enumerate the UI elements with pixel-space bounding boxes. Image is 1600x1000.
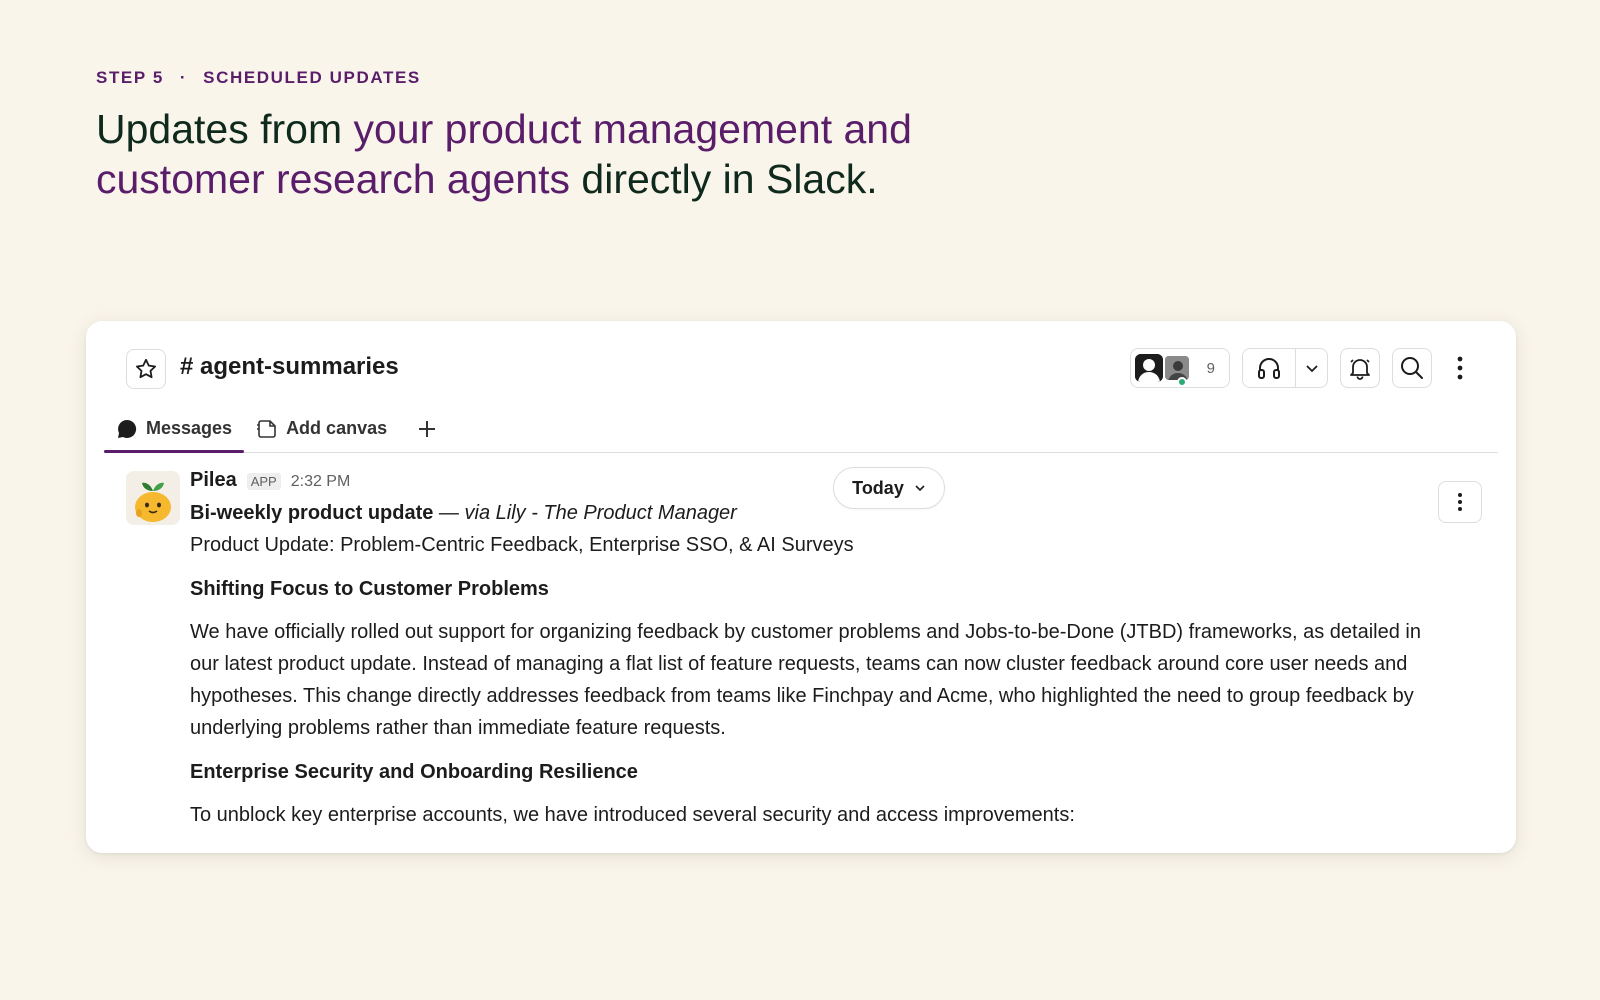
- pilea-mascot-icon: [126, 471, 180, 525]
- section-label: SCHEDULED UPDATES: [203, 68, 421, 87]
- slack-channel-window: # agent-summaries 9 Messages Add canvas …: [86, 321, 1516, 853]
- online-status-dot: [1176, 377, 1187, 387]
- step-eyebrow: STEP 5 · SCHEDULED UPDATES: [96, 68, 421, 88]
- channel-header: # agent-summaries 9: [86, 321, 1516, 399]
- bell-icon: [1350, 359, 1370, 380]
- add-tab-button[interactable]: [399, 405, 449, 452]
- step-label: STEP 5: [96, 68, 164, 87]
- avatar: [1162, 354, 1191, 382]
- message-title: Bi-weekly product update: [190, 502, 434, 524]
- tab-messages-label: Messages: [146, 418, 233, 438]
- channel-more-button[interactable]: [1444, 348, 1476, 388]
- user-silhouette-icon: [1134, 354, 1163, 382]
- star-channel-button[interactable]: [126, 349, 166, 389]
- canvas-icon: [257, 419, 276, 438]
- message-timestamp[interactable]: 2:32 PM: [291, 473, 351, 491]
- via-agent: via Lily - The Product Manager: [464, 502, 737, 524]
- message-subtitle: Product Update: Problem-Centric Feedback…: [190, 534, 854, 556]
- huddle-button-group: [1242, 348, 1328, 388]
- headphones-icon: [1258, 358, 1280, 379]
- app-badge: APP: [246, 473, 281, 490]
- headline-part1: Updates from: [96, 106, 354, 152]
- channel-tabs: Messages Add canvas: [104, 405, 1498, 453]
- message-title-line: Bi-weekly product update — via Lily - Th…: [190, 497, 1436, 529]
- avatar[interactable]: [126, 471, 180, 525]
- section-heading: Enterprise Security and Onboarding Resil…: [190, 761, 638, 783]
- tab-add-canvas-label: Add canvas: [286, 418, 388, 438]
- section-heading: Shifting Focus to Customer Problems: [190, 578, 549, 600]
- tab-messages[interactable]: Messages: [104, 405, 245, 453]
- members-button[interactable]: 9: [1129, 348, 1230, 388]
- chevron-down-icon: [1305, 365, 1318, 373]
- search-button[interactable]: [1392, 348, 1432, 388]
- channel-name[interactable]: # agent-summaries: [180, 353, 399, 381]
- page-headline: Updates from your product management and…: [96, 104, 996, 204]
- more-vertical-icon: [1457, 356, 1463, 380]
- plus-icon: [419, 420, 436, 437]
- section-paragraph: We have officially rolled out support fo…: [190, 621, 1421, 739]
- section-paragraph: To unblock key enterprise accounts, we h…: [190, 804, 1075, 826]
- tab-add-canvas[interactable]: Add canvas: [244, 405, 399, 452]
- message-more-actions-button[interactable]: [1438, 481, 1482, 523]
- more-vertical-icon: [1458, 493, 1462, 511]
- avatar: [1134, 354, 1163, 382]
- notifications-button[interactable]: [1340, 348, 1380, 388]
- message-bubble-icon: [118, 419, 137, 438]
- star-icon: [136, 358, 156, 379]
- message-meta: Pilea APP 2:32 PM: [190, 469, 1436, 497]
- via-separator: —: [433, 502, 465, 524]
- search-icon: [1401, 357, 1423, 379]
- eyebrow-separator: ·: [179, 68, 188, 87]
- member-count: 9: [1206, 359, 1215, 377]
- sender-name[interactable]: Pilea: [190, 469, 237, 492]
- huddle-button[interactable]: [1243, 349, 1295, 387]
- message-body: Pilea APP 2:32 PM Bi-weekly product upda…: [190, 469, 1436, 831]
- huddle-options-button[interactable]: [1295, 349, 1327, 387]
- headline-part2: directly in Slack.: [570, 156, 878, 202]
- header-actions: 9: [1129, 348, 1476, 388]
